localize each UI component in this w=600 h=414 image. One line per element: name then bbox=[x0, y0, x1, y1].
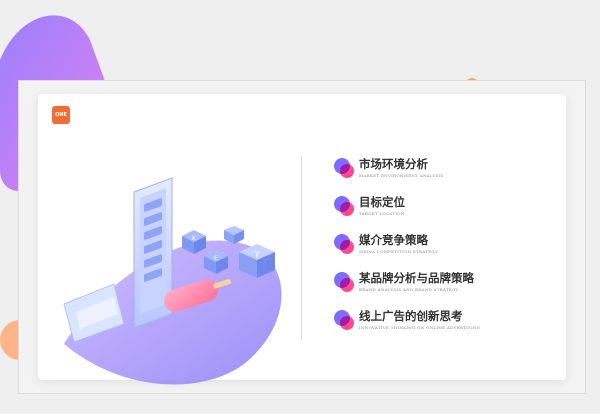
list-item[interactable]: 某品牌分析与品牌策略 BRAND ANALYSIS AND BRAND STRA… bbox=[334, 270, 554, 308]
bullet-dot-icon bbox=[334, 158, 356, 180]
item-title: 目标定位 bbox=[359, 195, 405, 209]
item-title: 线上广告的创新思考 bbox=[359, 309, 463, 323]
item-title: 市场环境分析 bbox=[359, 157, 428, 171]
slide-card: ONE K E Y 市场环境分析 MARKET ENVIRONMENT ANAL… bbox=[38, 94, 566, 385]
item-subtitle: BRAND ANALYSIS AND BRAND STRATEGY bbox=[359, 287, 459, 292]
list-item[interactable]: 市场环境分析 MARKET ENVIRONMENT ANALYSIS bbox=[334, 156, 554, 194]
item-subtitle: INNOVATIVE THINKING ON ONLINE ADVERTISIN… bbox=[359, 325, 481, 330]
list-item[interactable]: 媒介竞争策略 MEDIA COMPETITION STRATEGY bbox=[334, 232, 554, 270]
list-item[interactable]: 目标定位 TARGET LOCATION bbox=[334, 194, 554, 232]
item-title: 某品牌分析与品牌策略 bbox=[359, 271, 474, 285]
bullet-dot-icon bbox=[334, 272, 356, 294]
bullet-dot-icon bbox=[334, 310, 356, 332]
bullet-dot-icon bbox=[334, 234, 356, 256]
cube-letter-e: E bbox=[214, 255, 218, 262]
item-subtitle: MARKET ENVIRONMENT ANALYSIS bbox=[359, 173, 444, 178]
item-subtitle: TARGET LOCATION bbox=[359, 211, 405, 216]
cube-letter-y: Y bbox=[253, 250, 260, 260]
bullet-dot-icon bbox=[334, 196, 356, 218]
vertical-divider bbox=[301, 156, 302, 340]
logo-badge: ONE bbox=[52, 106, 70, 124]
isometric-illustration: K E Y bbox=[63, 177, 282, 385]
item-subtitle: MEDIA COMPETITION STRATEGY bbox=[359, 249, 438, 254]
contents-list: 市场环境分析 MARKET ENVIRONMENT ANALYSIS 目标定位 … bbox=[334, 156, 554, 346]
list-item[interactable]: 线上广告的创新思考 INNOVATIVE THINKING ON ONLINE … bbox=[334, 308, 554, 346]
item-title: 媒介竞争策略 bbox=[359, 233, 428, 247]
